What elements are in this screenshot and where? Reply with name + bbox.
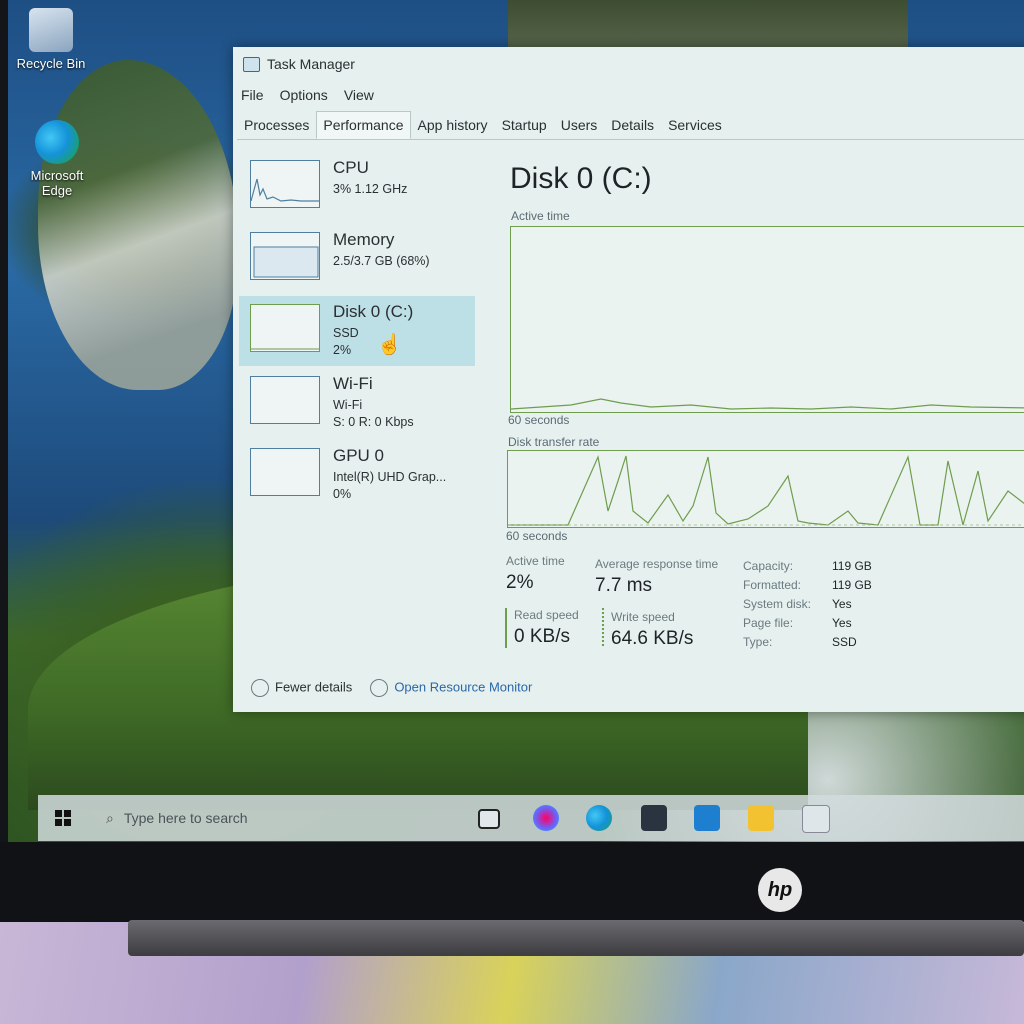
resource-sidebar: CPU 3% 1.12 GHz Memory 2.5/3.7 GB (68%) … bbox=[239, 152, 475, 612]
recycle-bin-icon bbox=[29, 8, 73, 52]
fewer-details-label: Fewer details bbox=[275, 679, 353, 695]
task-manager-taskbar-icon[interactable] bbox=[802, 805, 830, 833]
sidebar-item-detail: 3% 1.12 GHz bbox=[333, 182, 408, 196]
gpu-thumbnail-graph bbox=[250, 448, 320, 496]
disk-thumbnail-graph bbox=[250, 304, 320, 352]
memory-thumbnail-graph bbox=[250, 232, 320, 280]
tab-app-history[interactable]: App history bbox=[411, 111, 495, 139]
file-explorer-icon[interactable] bbox=[748, 805, 774, 831]
transfer-rate-graph-footer: 60 seconds bbox=[506, 529, 568, 543]
task-manager-window: Task Manager File Options View Processes… bbox=[233, 47, 1024, 712]
cpu-thumbnail-graph bbox=[250, 160, 320, 208]
edge-icon[interactable] bbox=[586, 805, 612, 831]
sidebar-item-throughput: S: 0 R: 0 Kbps bbox=[333, 415, 414, 429]
laptop-hinge bbox=[128, 920, 1024, 956]
sidebar-item-usage: 2% bbox=[333, 343, 352, 357]
prop-type-value: SSD bbox=[832, 635, 857, 649]
desktop-icon-label: Microsoft Edge bbox=[30, 168, 84, 198]
stat-avg-response-value: 7.7 ms bbox=[595, 575, 653, 596]
active-time-graph bbox=[510, 226, 1024, 413]
sidebar-item-disk0[interactable]: Disk 0 (C:) SSD 2% ☝ bbox=[239, 296, 475, 366]
stat-active-time-label: Active time bbox=[506, 554, 565, 568]
menu-view[interactable]: View bbox=[344, 87, 374, 103]
stat-avg-response-label: Average response time bbox=[595, 557, 719, 571]
transfer-rate-graph-label: Disk transfer rate bbox=[508, 435, 600, 449]
tab-bar: Processes Performance App history Startu… bbox=[237, 111, 1024, 140]
tab-details[interactable]: Details bbox=[604, 111, 661, 139]
search-placeholder: Type here to search bbox=[123, 810, 248, 826]
sidebar-item-usage: 0% bbox=[333, 487, 352, 501]
sidebar-item-cpu[interactable]: CPU 3% 1.12 GHz bbox=[239, 152, 475, 222]
store-icon[interactable] bbox=[694, 805, 720, 831]
menu-file[interactable]: File bbox=[241, 87, 264, 103]
tab-performance[interactable]: Performance bbox=[316, 111, 411, 139]
stat-active-time-value: 2% bbox=[506, 572, 534, 593]
sidebar-item-name: Wi-Fi bbox=[333, 374, 373, 393]
edge-icon bbox=[35, 120, 79, 164]
prop-capacity-key: Capacity: bbox=[743, 559, 794, 573]
transfer-rate-graph bbox=[507, 450, 1024, 528]
menu-bar: File Options View bbox=[241, 87, 374, 103]
stat-write-speed-value: 64.6 KB/s bbox=[611, 628, 694, 649]
sidebar-item-name: Disk 0 (C:) bbox=[333, 302, 414, 321]
prop-system-disk-key: System disk: bbox=[743, 597, 812, 611]
stat-read-speed-label: Read speed bbox=[514, 608, 579, 622]
sidebar-item-detail: 2.5/3.7 GB (68%) bbox=[333, 254, 430, 268]
prop-type-key: Type: bbox=[743, 635, 773, 649]
sidebar-item-detail: Intel(R) UHD Grap... bbox=[333, 470, 447, 484]
sidebar-item-memory[interactable]: Memory 2.5/3.7 GB (68%) bbox=[239, 224, 475, 294]
hand-cursor-icon: ☝ bbox=[377, 334, 402, 356]
task-view-icon[interactable] bbox=[478, 809, 500, 829]
desktop-icon-edge[interactable]: Microsoft Edge bbox=[12, 120, 102, 198]
desktop-icon-label: Recycle Bin bbox=[16, 56, 86, 71]
desktop-icon-recycle-bin[interactable]: Recycle Bin bbox=[8, 8, 96, 71]
task-manager-icon bbox=[243, 56, 260, 72]
prop-page-file-key: Page file: bbox=[743, 616, 794, 630]
sidebar-item-detail: Wi-Fi bbox=[333, 398, 363, 412]
mail-icon[interactable] bbox=[641, 805, 667, 831]
sidebar-item-gpu0[interactable]: GPU 0 Intel(R) UHD Grap... 0% bbox=[239, 440, 475, 510]
prop-formatted-key: Formatted: bbox=[743, 578, 802, 592]
sidebar-item-name: Memory bbox=[333, 230, 395, 249]
tab-startup[interactable]: Startup bbox=[495, 111, 554, 139]
menu-options[interactable]: Options bbox=[280, 87, 328, 103]
chevron-up-icon bbox=[251, 679, 269, 697]
sidebar-item-detail: SSD bbox=[333, 326, 359, 340]
taskbar-search[interactable]: ⌕ Type here to search bbox=[98, 801, 436, 835]
window-footer: Fewer details Open Resource Monitor bbox=[251, 679, 532, 697]
taskbar: ⌕ Type here to search bbox=[38, 795, 1024, 841]
tab-users[interactable]: Users bbox=[554, 111, 605, 139]
copilot-icon[interactable] bbox=[533, 805, 559, 831]
wallpaper-cliff bbox=[38, 60, 238, 390]
fewer-details-button[interactable]: Fewer details bbox=[251, 679, 352, 697]
tab-processes[interactable]: Processes bbox=[237, 111, 316, 139]
prop-page-file-value: Yes bbox=[832, 616, 852, 630]
wifi-thumbnail-graph bbox=[250, 376, 320, 424]
sidebar-item-wifi[interactable]: Wi-Fi Wi-Fi S: 0 R: 0 Kbps bbox=[239, 368, 475, 438]
window-titlebar[interactable]: Task Manager bbox=[243, 56, 355, 72]
stat-write-speed-label: Write speed bbox=[611, 610, 675, 624]
sidebar-item-name: GPU 0 bbox=[333, 446, 385, 465]
active-time-graph-footer: 60 seconds bbox=[508, 413, 570, 427]
write-speed-indicator bbox=[602, 608, 604, 648]
resource-monitor-icon bbox=[370, 679, 389, 697]
active-time-graph-label: Active time bbox=[511, 209, 570, 223]
open-resource-monitor-label: Open Resource Monitor bbox=[394, 679, 533, 695]
tab-services[interactable]: Services bbox=[661, 111, 729, 139]
prop-capacity-value: 119 GB bbox=[832, 559, 872, 573]
sidebar-item-name: CPU bbox=[333, 158, 369, 177]
start-button[interactable] bbox=[55, 810, 71, 826]
disk-detail-panel: Disk 0 (C:) Active time 60 seconds Disk … bbox=[503, 152, 1024, 672]
page-title: Disk 0 (C:) bbox=[510, 162, 652, 195]
hp-logo: hp bbox=[758, 868, 802, 912]
read-speed-indicator bbox=[505, 608, 507, 648]
stat-read-speed-value: 0 KB/s bbox=[514, 626, 570, 647]
prop-system-disk-value: Yes bbox=[832, 597, 852, 611]
open-resource-monitor-link[interactable]: Open Resource Monitor bbox=[370, 679, 532, 697]
window-title: Task Manager bbox=[267, 56, 355, 72]
prop-formatted-value: 119 GB bbox=[832, 578, 872, 592]
search-icon: ⌕ bbox=[106, 809, 114, 826]
